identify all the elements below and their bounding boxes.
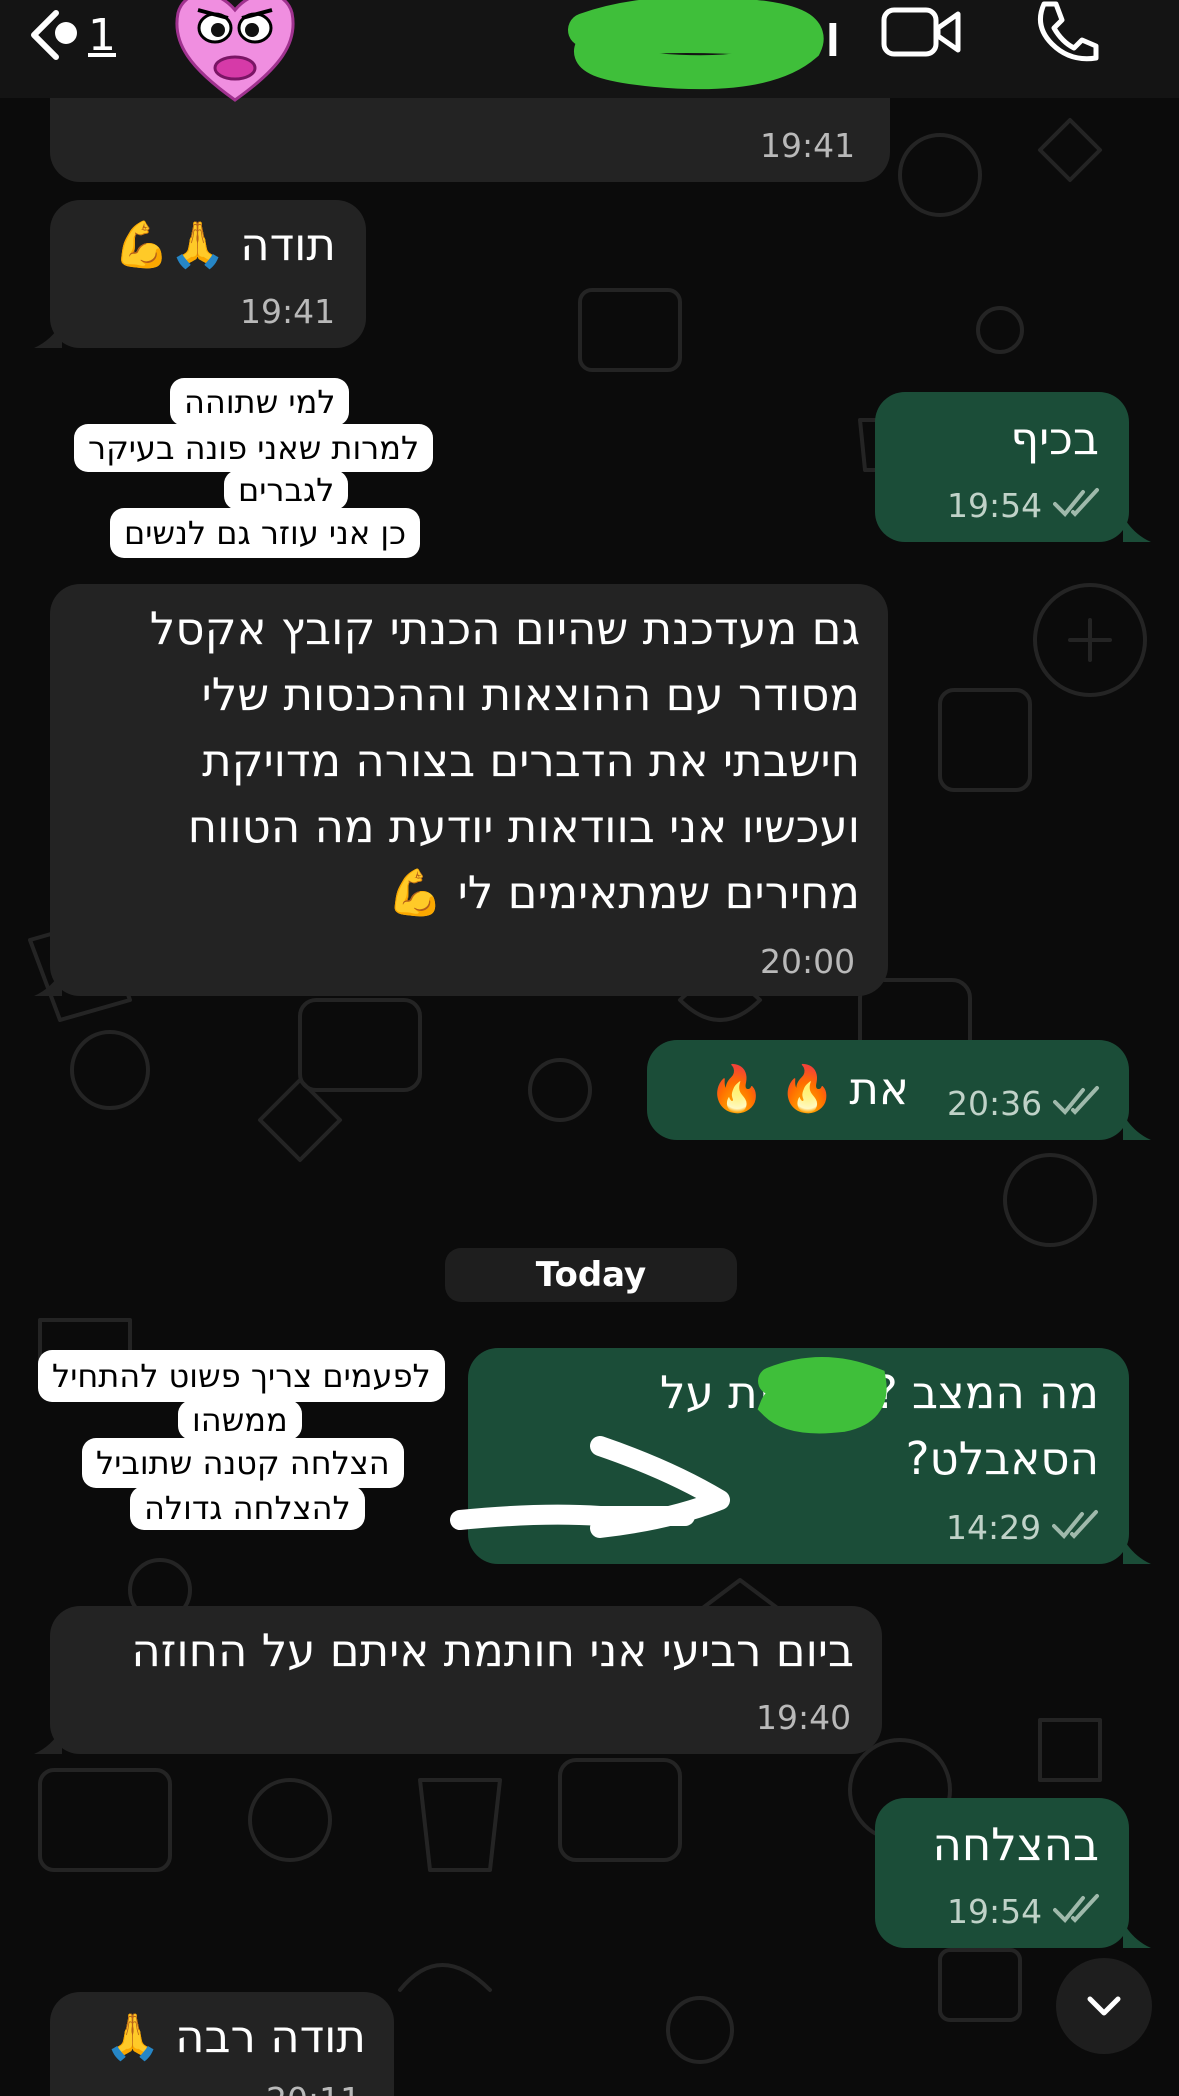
message-time: 19:54 bbox=[947, 486, 1043, 525]
message-bubble-out[interactable]: בהצלחה 19:54 bbox=[875, 1798, 1129, 1948]
message-bubble-in[interactable]: תודה 🙏💪 19:41 bbox=[50, 200, 366, 348]
message-time: 19:41 bbox=[240, 292, 336, 331]
message-text: את 🔥 🔥 bbox=[708, 1062, 909, 1115]
message-text: בכיף bbox=[1010, 412, 1099, 465]
message-text: ביום רביעי אני חותמת איתם על החוזה bbox=[131, 1624, 854, 1677]
scroll-to-bottom-button[interactable] bbox=[1056, 1958, 1152, 2054]
message-text-line: מסודר עם ההוצאות וההכנסות שלי bbox=[201, 668, 860, 721]
read-ticks-icon bbox=[1052, 1510, 1098, 1539]
unread-count: 1 bbox=[88, 9, 116, 61]
overlay-note-line: ממשהו bbox=[178, 1400, 302, 1440]
arrow-drawing bbox=[450, 1436, 730, 1538]
message-text-line: חישבתי את הדברים בצורה מדויקת bbox=[202, 734, 860, 787]
chevron-left-icon bbox=[31, 10, 77, 60]
bubble-tail bbox=[1123, 1922, 1151, 1948]
bubble-tail bbox=[1123, 1538, 1151, 1564]
avatar[interactable] bbox=[170, 0, 300, 104]
overlay-note-line: כן אני עוזר גם לנשים bbox=[110, 508, 421, 558]
read-ticks-icon bbox=[1053, 1894, 1099, 1923]
message-time: 20:36 bbox=[947, 1084, 1043, 1123]
message-text-line: מחירים שמתאימים לי 💪 bbox=[387, 866, 860, 919]
overlay-note-line: הצלחה קטנה שתוביל bbox=[82, 1438, 404, 1488]
bubble-tail bbox=[34, 1728, 62, 1754]
overlay-note-line: להצלחה גדולה bbox=[130, 1486, 365, 1530]
bubble-tail bbox=[1123, 1114, 1151, 1140]
message-text: תודה 🙏💪 bbox=[113, 218, 336, 271]
message-text-line: הסאבלט? bbox=[905, 1432, 1099, 1485]
message-time: 20:11 bbox=[266, 2080, 361, 2096]
overlay-note-line: למי שתוהה bbox=[170, 378, 350, 426]
bubble-tail bbox=[1123, 516, 1151, 542]
message-bubble-in[interactable]: ביום רביעי אני חותמת איתם על החוזה 19:40 bbox=[50, 1606, 882, 1754]
overlay-note-line: לפעמים צריך פשוט להתחיל bbox=[38, 1350, 445, 1402]
message-text-line: גם מעדכנת שהיום הכנתי קובץ אקסל bbox=[149, 602, 860, 655]
chevron-down-icon bbox=[1087, 1996, 1121, 2016]
message-bubble-out[interactable]: את 🔥 🔥 20:36 bbox=[647, 1040, 1129, 1140]
back-button[interactable]: 1 bbox=[22, 2, 132, 68]
message-time: 19:54 bbox=[947, 1892, 1043, 1931]
censor-scribble bbox=[757, 1357, 887, 1434]
message-time: 20:00 bbox=[760, 942, 856, 981]
message-text: בהצלחה bbox=[932, 1818, 1100, 1871]
message-time: 14:29 bbox=[946, 1508, 1042, 1547]
overlay-note-line: למרות שאני פונה בעיקר bbox=[74, 424, 434, 472]
message-time: 19:40 bbox=[756, 1698, 852, 1737]
overlay-note-line: לגברים bbox=[224, 470, 349, 510]
censor-scribble bbox=[568, 0, 824, 90]
message-bubble-out[interactable]: בכיף 19:54 bbox=[875, 392, 1129, 542]
read-ticks-icon bbox=[1053, 1086, 1099, 1115]
message-bubble-in[interactable]: תודה רבה 🙏 20:11 bbox=[50, 1992, 394, 2096]
message-bubble-in[interactable]: גם מעדכנת שהיום הכנתי קובץ אקסל מסודר עם… bbox=[50, 584, 888, 996]
message-text: תודה רבה 🙏 bbox=[104, 2010, 366, 2063]
bubble-tail bbox=[34, 322, 62, 348]
message-text-line: ועכשיו אני בוודאות יודעת מה הטווח bbox=[187, 800, 860, 853]
date-separator: Today bbox=[445, 1248, 737, 1302]
video-camera-icon[interactable] bbox=[880, 0, 962, 64]
message-time: 19:41 bbox=[760, 126, 856, 165]
bubble-tail bbox=[34, 970, 62, 996]
read-ticks-icon bbox=[1053, 488, 1099, 517]
phone-icon[interactable] bbox=[1030, 0, 1100, 64]
